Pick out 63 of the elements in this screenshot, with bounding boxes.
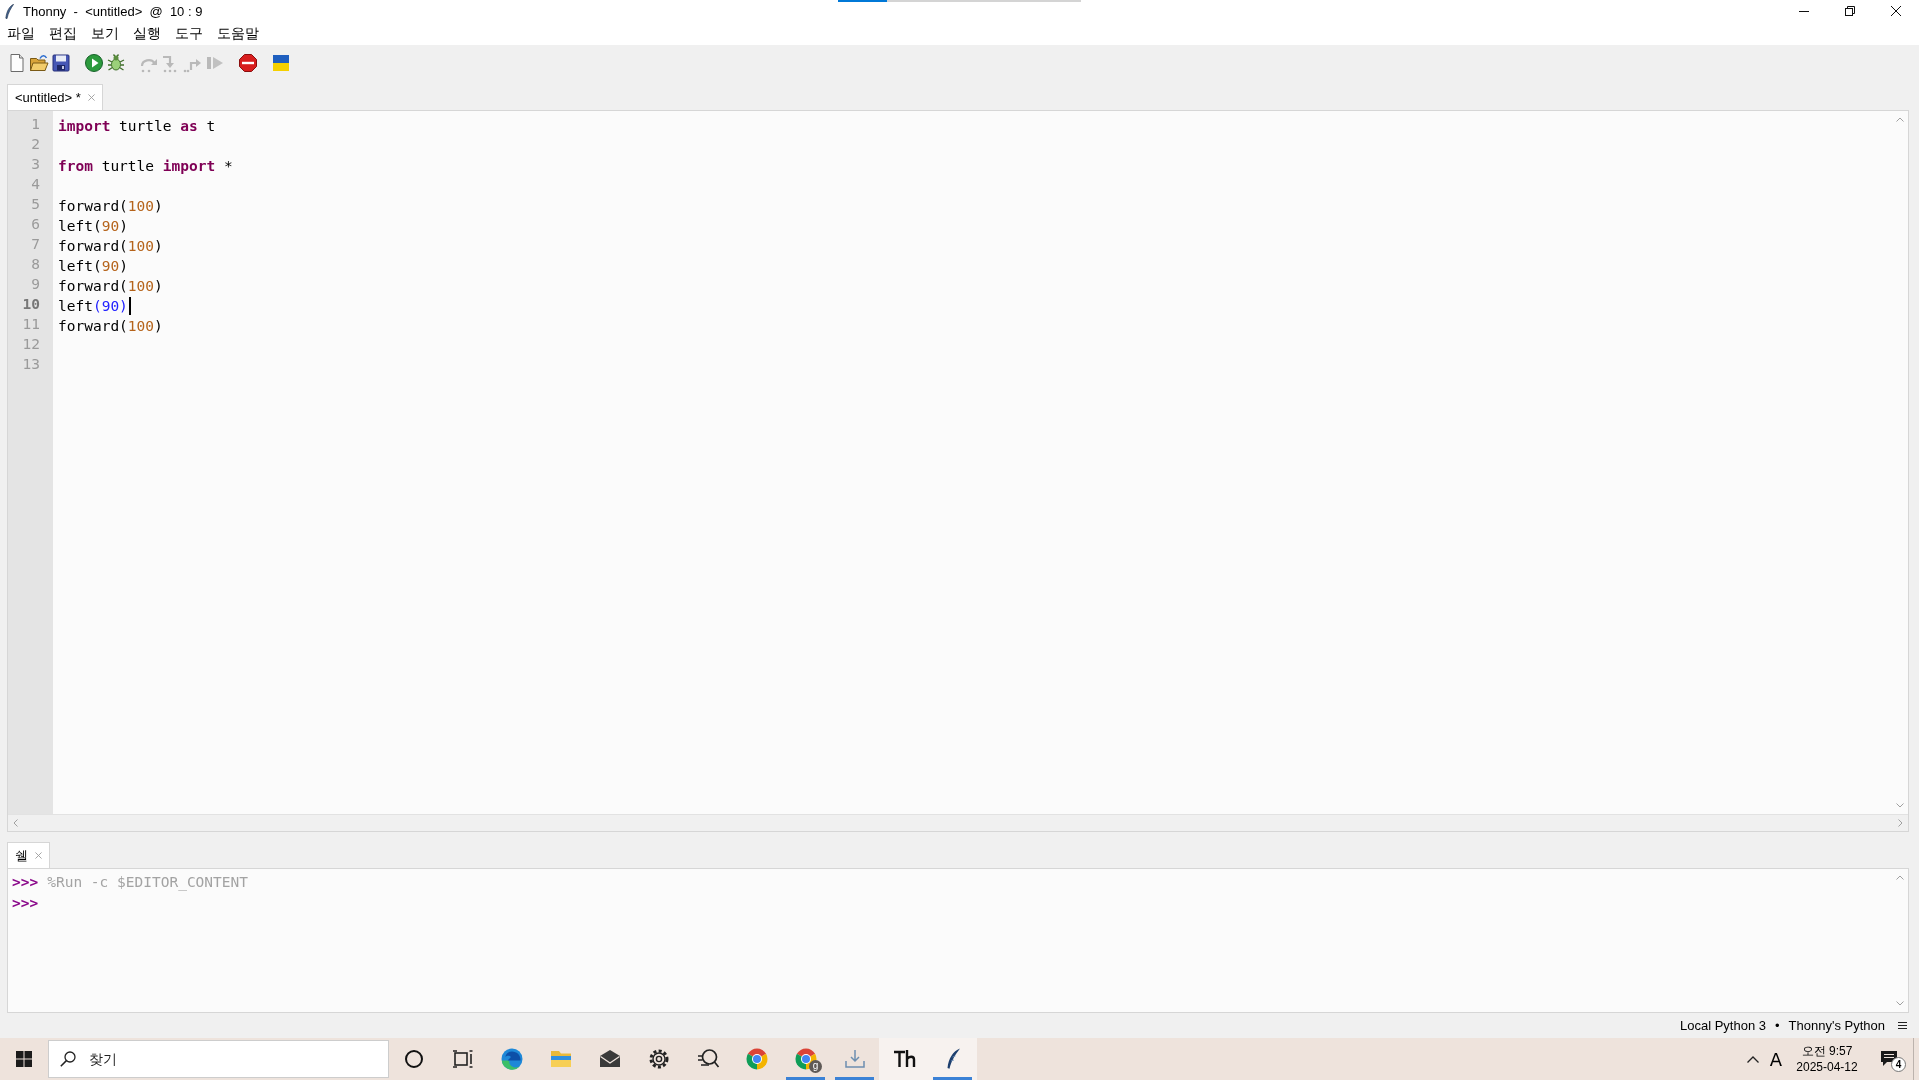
browser-logo-icon <box>793 1047 818 1071</box>
code-line: forward(100) <box>58 197 163 216</box>
line-number: 12 <box>21 336 41 354</box>
input-mode-indicator[interactable]: A <box>1765 1048 1787 1070</box>
code-line: left(90) <box>58 297 128 316</box>
status-text: Local Python 3 <box>1680 1018 1766 1033</box>
editor-tab[interactable]: <untitled> * <box>7 84 103 110</box>
chevron-up-icon[interactable] <box>1747 1055 1759 1063</box>
code-line: import turtle as t <box>58 117 216 136</box>
stop-sign-icon[interactable] <box>238 53 258 73</box>
code-line: forward(100) <box>58 277 163 296</box>
menu-item[interactable]: 편집 <box>42 24 84 43</box>
code-line: left(90) <box>58 217 128 236</box>
shell-tab[interactable]: 쉘 <box>7 842 50 868</box>
shell-prompt: >>> <box>12 894 39 911</box>
search-icon <box>60 1051 76 1067</box>
feather-icon <box>5 3 14 19</box>
shell-prompt: >>> <box>12 873 39 890</box>
line-number: 11 <box>21 316 41 334</box>
menu-item[interactable]: 보기 <box>84 24 126 43</box>
status-text: • <box>1775 1018 1780 1033</box>
windows-logo-icon <box>16 1051 32 1067</box>
line-number: 4 <box>30 176 41 194</box>
line-number: 3 <box>30 156 41 174</box>
play-icon[interactable] <box>84 53 104 73</box>
line-number: 2 <box>30 136 41 154</box>
folder-icon[interactable] <box>29 53 49 73</box>
menu-item[interactable]: 파일 <box>0 24 42 43</box>
line-number: 8 <box>30 256 41 274</box>
code-line: from turtle import * <box>58 157 233 176</box>
window-title: Thonny - <untitled> @ 10 : 9 <box>23 3 203 19</box>
code-line: left(90) <box>58 257 128 276</box>
line-number: 13 <box>21 356 41 374</box>
browser-logo-icon <box>744 1047 769 1071</box>
swirl-logo-icon <box>499 1047 524 1071</box>
line-number: 9 <box>30 276 41 294</box>
download-tray-icon <box>842 1047 867 1071</box>
line-number: 6 <box>30 216 41 234</box>
menu-item[interactable]: 실행 <box>126 24 168 43</box>
line-number: 5 <box>30 196 41 214</box>
search-field[interactable]: 찾기 <box>48 1040 389 1078</box>
page-icon[interactable] <box>7 53 27 73</box>
bug-icon[interactable] <box>106 53 126 73</box>
close-icon[interactable] <box>1891 6 1901 16</box>
taskbar-button[interactable]: g <box>781 1038 830 1080</box>
status-text: Thonny's Python <box>1788 1018 1885 1033</box>
menu-item[interactable]: 도구 <box>168 24 210 43</box>
shell-command: %Run -c $EDITOR_CONTENT <box>47 873 248 890</box>
notification-count: 4 <box>1891 1057 1906 1072</box>
menu-item[interactable]: 도움말 <box>210 24 266 43</box>
line-number: 1 <box>30 116 41 134</box>
taskbar-button[interactable] <box>879 1038 928 1080</box>
line-number: 10 <box>21 296 41 314</box>
clock-time[interactable]: 오전 9:57 <box>1801 1043 1853 1059</box>
line-number: 7 <box>30 236 41 254</box>
menu-icon[interactable] <box>1898 1022 1907 1029</box>
code-line: forward(100) <box>58 317 163 336</box>
restore-icon[interactable] <box>1845 6 1855 16</box>
code-line: forward(100) <box>58 237 163 256</box>
clock-date[interactable]: 2025-04-12 <box>1796 1059 1858 1075</box>
flag-icon[interactable] <box>271 53 291 73</box>
task-view-icon <box>450 1047 475 1071</box>
profile-badge: g <box>809 1060 822 1073</box>
